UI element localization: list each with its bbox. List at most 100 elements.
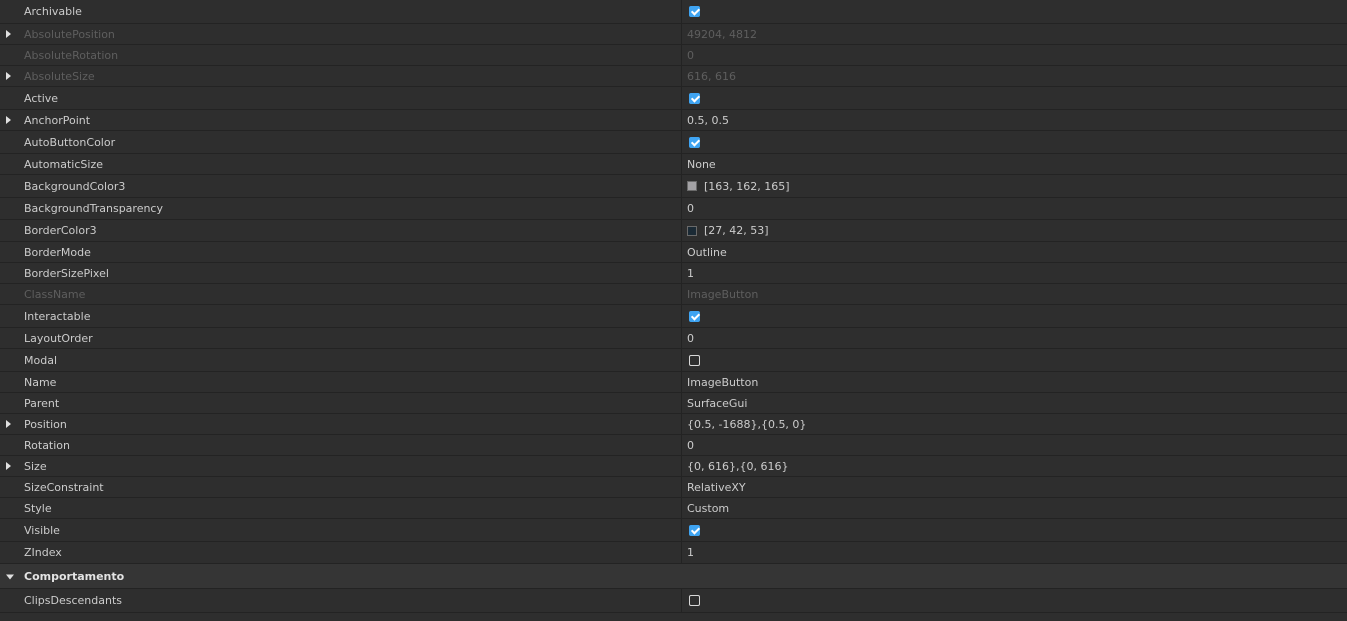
property-name: AutoButtonColor bbox=[24, 135, 116, 149]
property-value-cell[interactable]: 0 bbox=[682, 198, 1347, 219]
property-row-style[interactable]: Style Custom bbox=[0, 498, 1347, 519]
section-header-comportamento[interactable]: Comportamento bbox=[0, 564, 1347, 589]
property-name-cell: BorderColor3 bbox=[0, 220, 682, 241]
property-value: [27, 42, 53] bbox=[704, 224, 769, 237]
property-value-cell[interactable] bbox=[682, 87, 1347, 109]
property-value-cell[interactable]: 1 bbox=[682, 542, 1347, 563]
property-name: Rotation bbox=[24, 438, 71, 452]
property-name-cell: Visible bbox=[0, 519, 682, 541]
property-row-anchor-point[interactable]: AnchorPoint 0.5, 0.5 bbox=[0, 110, 1347, 131]
property-row-visible[interactable]: Visible bbox=[0, 519, 1347, 542]
property-value-cell[interactable]: 0 bbox=[682, 435, 1347, 455]
property-value-cell[interactable]: SurfaceGui bbox=[682, 393, 1347, 413]
property-value: 0 bbox=[687, 438, 694, 452]
property-row-absolute-rotation[interactable]: AbsoluteRotation 0 bbox=[0, 45, 1347, 66]
expand-arrow-icon[interactable] bbox=[6, 116, 11, 124]
property-name-cell: Active bbox=[0, 87, 682, 109]
property-value: RelativeXY bbox=[687, 480, 746, 494]
expand-arrow-icon[interactable] bbox=[6, 30, 11, 38]
property-value-cell[interactable]: Outline bbox=[682, 242, 1347, 262]
property-row-absolute-size[interactable]: AbsoluteSize 616, 616 bbox=[0, 66, 1347, 87]
property-value-cell[interactable]: None bbox=[682, 154, 1347, 174]
property-name-cell: Style bbox=[0, 498, 682, 518]
property-value-cell[interactable]: {0.5, -1688},{0.5, 0} bbox=[682, 414, 1347, 434]
property-row-modal[interactable]: Modal bbox=[0, 349, 1347, 372]
property-name-cell: Interactable bbox=[0, 305, 682, 327]
property-value: Outline bbox=[687, 245, 727, 259]
checkbox-checked[interactable] bbox=[689, 310, 700, 322]
property-row-z-index[interactable]: ZIndex 1 bbox=[0, 542, 1347, 564]
property-value-cell[interactable]: [163, 162, 165] bbox=[682, 175, 1347, 197]
property-value: Custom bbox=[687, 501, 730, 515]
property-name-cell: AutomaticSize bbox=[0, 154, 682, 174]
property-name: Size bbox=[24, 459, 47, 473]
property-value-cell[interactable] bbox=[682, 519, 1347, 541]
property-row-position[interactable]: Position {0.5, -1688},{0.5, 0} bbox=[0, 414, 1347, 435]
property-value: [163, 162, 165] bbox=[704, 179, 790, 193]
property-value-cell[interactable] bbox=[682, 305, 1347, 327]
property-name-cell: Rotation bbox=[0, 435, 682, 455]
checkbox-checked[interactable] bbox=[689, 136, 700, 148]
checkbox-unchecked[interactable] bbox=[689, 595, 700, 606]
property-name: AnchorPoint bbox=[24, 113, 91, 127]
property-row-class-name[interactable]: ClassName ImageButton bbox=[0, 284, 1347, 305]
property-name-cell: AbsoluteRotation bbox=[0, 45, 682, 65]
property-row-clips-descendants[interactable]: ClipsDescendants bbox=[0, 589, 1347, 613]
property-row-rotation[interactable]: Rotation 0 bbox=[0, 435, 1347, 456]
property-name: ZIndex bbox=[24, 546, 62, 559]
property-value-cell[interactable] bbox=[682, 349, 1347, 371]
property-value-cell: ImageButton bbox=[682, 284, 1347, 304]
property-row-border-size-pixel[interactable]: BorderSizePixel 1 bbox=[0, 263, 1347, 284]
property-value-cell[interactable]: 1 bbox=[682, 263, 1347, 283]
property-value: 0.5, 0.5 bbox=[687, 113, 729, 127]
expand-arrow-icon[interactable] bbox=[6, 462, 11, 470]
property-name: AbsolutePosition bbox=[24, 27, 115, 41]
color-swatch[interactable] bbox=[687, 181, 697, 191]
property-value-cell[interactable]: RelativeXY bbox=[682, 477, 1347, 497]
property-row-archivable[interactable]: Archivable bbox=[0, 0, 1347, 24]
property-row-layout-order[interactable]: LayoutOrder 0 bbox=[0, 328, 1347, 349]
checkbox-checked[interactable] bbox=[689, 6, 700, 17]
property-name: Visible bbox=[24, 523, 60, 537]
property-value-cell[interactable] bbox=[682, 131, 1347, 153]
property-name: AbsoluteRotation bbox=[24, 48, 119, 62]
property-value-cell[interactable]: Custom bbox=[682, 498, 1347, 518]
section-title: Comportamento bbox=[24, 569, 125, 583]
property-row-auto-button-color[interactable]: AutoButtonColor bbox=[0, 131, 1347, 154]
property-name: LayoutOrder bbox=[24, 331, 93, 345]
expand-arrow-icon[interactable] bbox=[6, 72, 11, 80]
property-value-cell[interactable]: {0, 616},{0, 616} bbox=[682, 456, 1347, 476]
property-row-absolute-position[interactable]: AbsolutePosition 49204, 4812 bbox=[0, 24, 1347, 45]
checkbox-unchecked[interactable] bbox=[689, 354, 700, 366]
color-swatch[interactable] bbox=[687, 225, 697, 236]
property-value-cell: 49204, 4812 bbox=[682, 24, 1347, 44]
collapse-arrow-icon[interactable] bbox=[6, 574, 14, 580]
checkbox-checked[interactable] bbox=[689, 92, 700, 104]
property-row-automatic-size[interactable]: AutomaticSize None bbox=[0, 154, 1347, 175]
property-value: ImageButton bbox=[687, 375, 759, 389]
property-row-interactable[interactable]: Interactable bbox=[0, 305, 1347, 328]
property-name: Modal bbox=[24, 353, 57, 367]
property-value-cell[interactable]: [27, 42, 53] bbox=[682, 220, 1347, 241]
checkbox-checked[interactable] bbox=[689, 524, 700, 536]
property-row-parent[interactable]: Parent SurfaceGui bbox=[0, 393, 1347, 414]
property-row-background-transparency[interactable]: BackgroundTransparency 0 bbox=[0, 198, 1347, 220]
property-row-active[interactable]: Active bbox=[0, 87, 1347, 110]
property-name-cell: LayoutOrder bbox=[0, 328, 682, 348]
property-name: Parent bbox=[24, 396, 60, 410]
property-value: 0 bbox=[687, 48, 694, 62]
property-row-name[interactable]: Name ImageButton bbox=[0, 372, 1347, 393]
property-row-size[interactable]: Size {0, 616},{0, 616} bbox=[0, 456, 1347, 477]
property-row-border-color3[interactable]: BorderColor3 [27, 42, 53] bbox=[0, 220, 1347, 242]
property-value-cell[interactable]: 0 bbox=[682, 328, 1347, 348]
property-row-size-constraint[interactable]: SizeConstraint RelativeXY bbox=[0, 477, 1347, 498]
property-value-cell[interactable] bbox=[682, 0, 1347, 23]
property-row-background-color3[interactable]: BackgroundColor3 [163, 162, 165] bbox=[0, 175, 1347, 198]
property-value-cell[interactable]: ImageButton bbox=[682, 372, 1347, 392]
property-name: BorderSizePixel bbox=[24, 266, 109, 280]
property-value-cell[interactable] bbox=[682, 589, 1347, 612]
property-name-cell: SizeConstraint bbox=[0, 477, 682, 497]
property-value-cell[interactable]: 0.5, 0.5 bbox=[682, 110, 1347, 130]
expand-arrow-icon[interactable] bbox=[6, 420, 11, 428]
property-row-border-mode[interactable]: BorderMode Outline bbox=[0, 242, 1347, 263]
